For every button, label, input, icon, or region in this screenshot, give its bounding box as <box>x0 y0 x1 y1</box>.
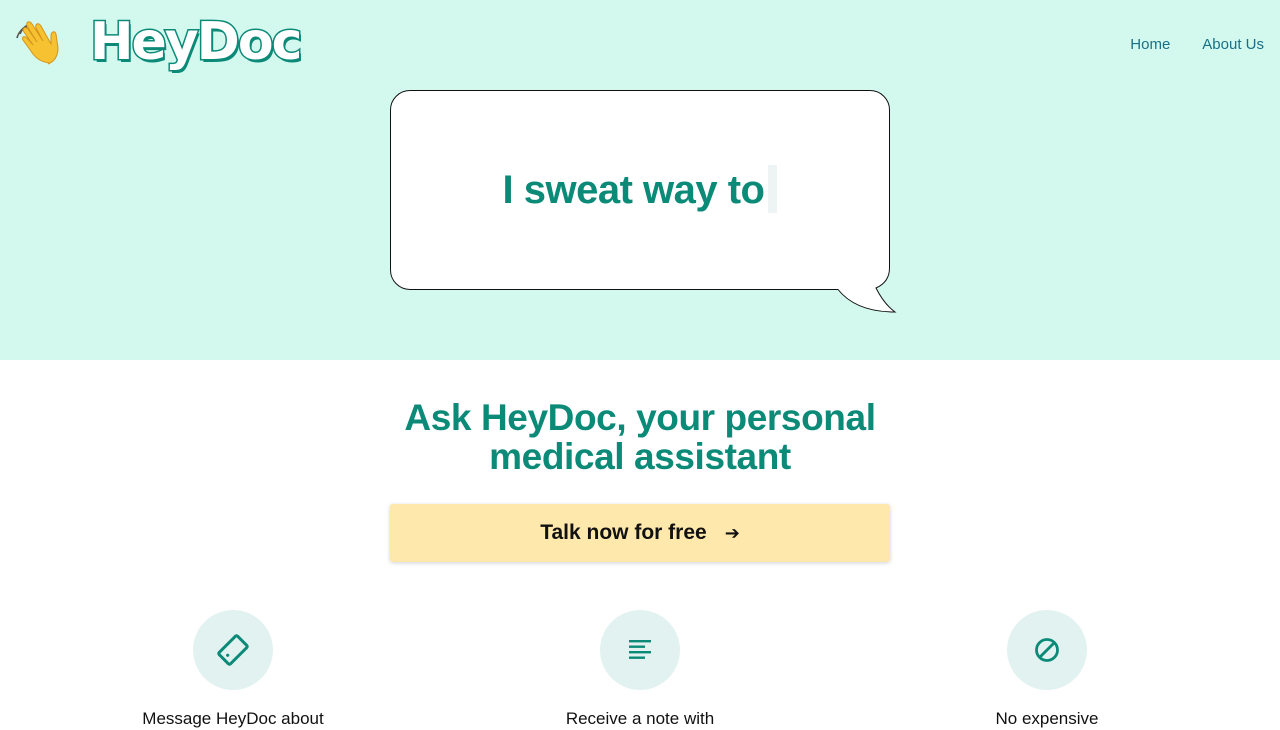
talk-now-label: Talk now for free <box>540 521 707 544</box>
feature-icon-circle <box>1007 610 1087 690</box>
nav-link-about-us[interactable]: About Us <box>1202 36 1264 54</box>
feature-note: Receive a note with <box>490 610 790 730</box>
feature-text: Message HeyDoc about <box>142 709 324 728</box>
nav-link-home[interactable]: Home <box>1130 36 1170 54</box>
talk-now-button[interactable]: Talk now for free ➔ <box>390 504 890 562</box>
feature-no-expensive: No expensive <box>897 610 1197 730</box>
feature-message: Message HeyDoc about <box>83 610 383 730</box>
feature-text: No expensive <box>995 709 1099 728</box>
arrow-right-icon: ➔ <box>724 522 740 544</box>
notes-lines-icon <box>629 640 651 659</box>
typing-prompt-text: I sweat way to <box>502 168 765 212</box>
speech-bubble: I sweat way to <box>390 90 900 316</box>
brand-logo[interactable]: HeyDoc <box>88 11 303 74</box>
feature-text: Receive a note with <box>565 709 715 728</box>
waving-hand-icon <box>16 21 59 65</box>
headline-line-2: medical assistant <box>489 436 791 477</box>
typing-prompt: I sweat way to <box>390 164 890 216</box>
feature-icon-circle <box>600 610 680 690</box>
phone-message-icon <box>217 634 249 666</box>
text-caret <box>768 165 778 213</box>
headline-line-1: Ask HeyDoc, your personal <box>404 397 876 438</box>
main-nav: Home About Us <box>1130 36 1264 54</box>
no-symbol-icon <box>1035 638 1059 662</box>
page-headline: Ask HeyDoc, your personal medical assist… <box>340 398 940 476</box>
feature-icon-circle <box>193 610 273 690</box>
